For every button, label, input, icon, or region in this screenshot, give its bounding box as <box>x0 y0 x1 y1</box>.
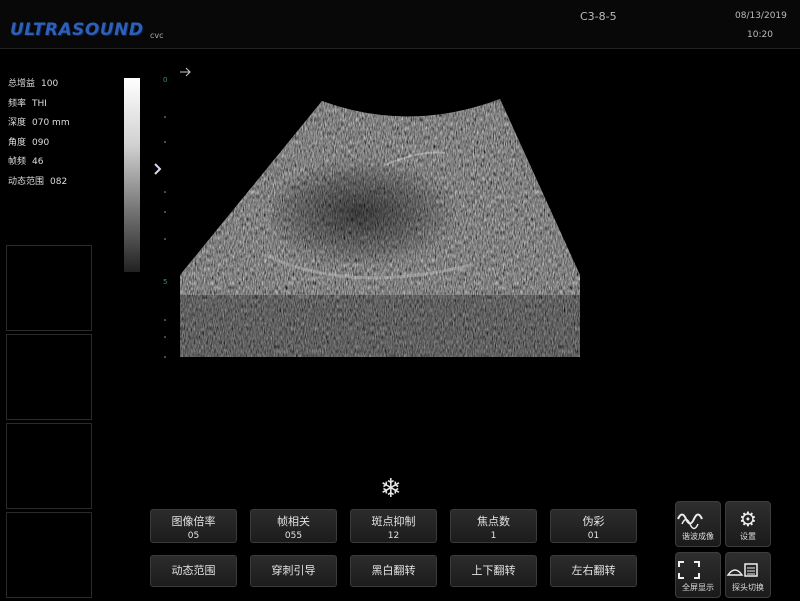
button-label: 伪彩 <box>582 515 605 528</box>
thumbnail-slot[interactable] <box>6 423 92 509</box>
button-label: 探头切换 <box>732 583 764 592</box>
param-value: 070 mm <box>32 118 70 128</box>
param-label: 总增益 <box>8 79 36 89</box>
frame-correlation-button[interactable]: 帧相关 055 <box>250 509 337 543</box>
param-row: 频率 THI <box>8 96 70 116</box>
button-label: 穿刺引导 <box>271 564 316 577</box>
button-label: 帧相关 <box>277 515 310 528</box>
probe-switch-button[interactable]: 探头切换 <box>725 552 771 598</box>
button-label: 设置 <box>740 532 756 541</box>
param-value: 46 <box>32 157 44 167</box>
param-row: 动态范围 082 <box>8 174 70 194</box>
thumbnail-strip <box>6 245 92 601</box>
param-row: 角度 090 <box>8 135 70 155</box>
needle-guide-button[interactable]: 穿刺引导 <box>250 555 337 587</box>
button-value: 1 <box>490 531 497 541</box>
time-display: 10:20 <box>747 30 773 40</box>
button-label: 黑白翻转 <box>371 564 416 577</box>
button-label: 图像倍率 <box>171 515 216 528</box>
thumbnail-slot[interactable] <box>6 334 92 420</box>
param-label: 深度 <box>8 118 27 128</box>
param-label: 角度 <box>8 137 27 148</box>
speckle-reduction-button[interactable]: 斑点抑制 12 <box>350 509 437 543</box>
settings-button[interactable]: ⚙ 设置 <box>725 501 771 547</box>
header-bar: ULTRASOUND cvc C3-8-5 08/13/2019 10:20 <box>0 0 800 49</box>
param-label: 动态范围 <box>8 176 45 187</box>
probe-switch-icon <box>726 563 758 577</box>
button-value: 01 <box>587 531 600 541</box>
fullscreen-icon <box>678 561 700 579</box>
orientation-arrow-icon <box>180 67 191 77</box>
snowflake-icon: ❄ <box>380 474 402 504</box>
button-label: 动态范围 <box>171 564 216 577</box>
button-label: 左右翻转 <box>571 564 616 577</box>
button-label: 谐波成像 <box>682 532 714 541</box>
button-value: 05 <box>187 531 200 541</box>
harmonic-wave-icon <box>677 513 703 530</box>
image-magnification-button[interactable]: 图像倍率 05 <box>150 509 237 543</box>
button-label: 全屏显示 <box>682 583 714 592</box>
param-value: 090 <box>32 137 50 148</box>
flip-vertical-button[interactable]: 上下翻转 <box>450 555 537 587</box>
thumbnail-slot[interactable] <box>6 512 92 598</box>
grayscale-bar <box>124 78 140 272</box>
param-label: 帧频 <box>8 157 27 167</box>
param-row: 帧频 46 <box>8 154 70 174</box>
imaging-parameters: 总增益 100 频率 THI 深度 070 mm 角度 090 帧频 46 动态范围 082 <box>8 76 70 193</box>
flip-horizontal-button[interactable]: 左右翻转 <box>550 555 637 587</box>
fullscreen-button[interactable]: 全屏显示 <box>675 552 721 598</box>
param-row: 总增益 100 <box>8 76 70 96</box>
svg-text:0: 0 <box>163 76 167 84</box>
probe-model: C3-8-5 <box>580 10 617 23</box>
harmonic-imaging-button[interactable]: 谐波成像 <box>675 501 721 547</box>
param-row: 深度 070 mm <box>8 115 70 135</box>
dynamic-range-button[interactable]: 动态范围 <box>150 555 237 587</box>
svg-text:5: 5 <box>163 278 167 286</box>
brand-logo: ULTRASOUND <box>10 20 144 40</box>
ultrasound-image[interactable] <box>170 95 590 365</box>
preset-label: cvc <box>150 31 164 40</box>
date-display: 08/13/2019 <box>735 11 787 21</box>
param-value: THI <box>32 98 47 109</box>
pseudo-color-button[interactable]: 伪彩 01 <box>550 509 637 543</box>
focus-count-button[interactable]: 焦点数 1 <box>450 509 537 543</box>
button-label: 上下翻转 <box>471 564 516 577</box>
button-value: 12 <box>387 531 400 541</box>
param-value: 100 <box>41 79 59 89</box>
invert-grayscale-button[interactable]: 黑白翻转 <box>350 555 437 587</box>
gear-icon: ⚙ <box>739 507 757 531</box>
focus-marker-icon <box>154 163 162 175</box>
thumbnail-slot[interactable] <box>6 245 92 331</box>
button-value: 055 <box>284 531 303 541</box>
button-label: 焦点数 <box>477 515 510 528</box>
param-label: 频率 <box>8 98 27 109</box>
param-value: 082 <box>50 176 68 187</box>
button-label: 斑点抑制 <box>371 515 416 528</box>
